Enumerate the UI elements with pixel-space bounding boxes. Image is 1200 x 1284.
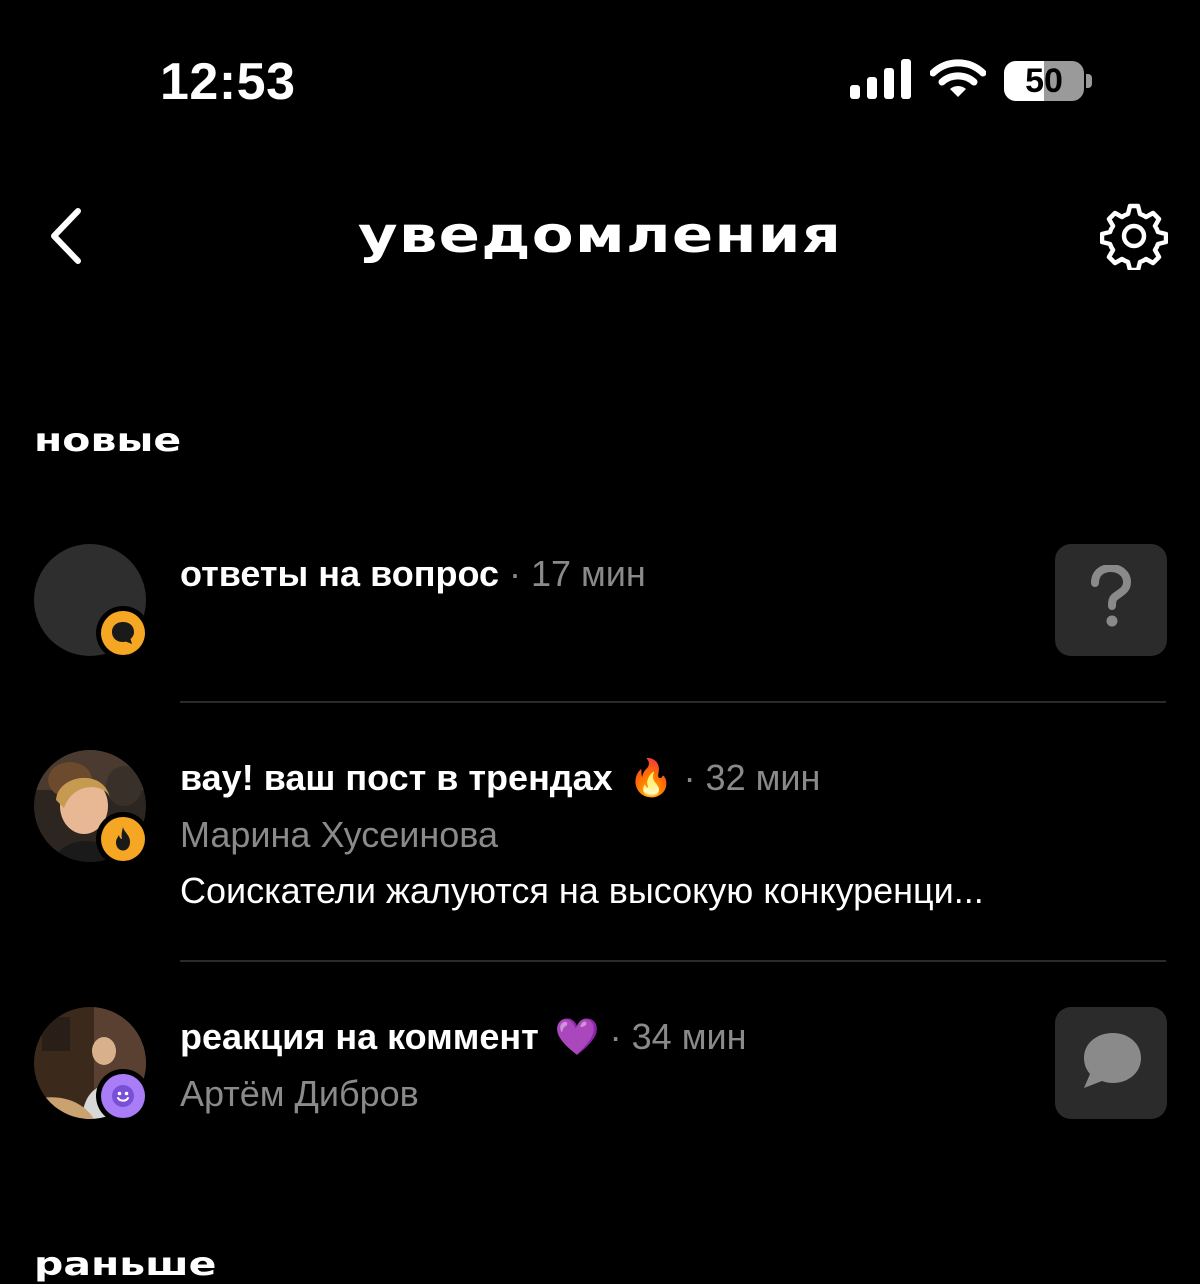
fire-emoji: 🔥 — [628, 758, 674, 799]
divider — [180, 701, 1166, 703]
status-icons: 50 — [850, 58, 1092, 104]
status-time: 12:53 — [160, 53, 296, 111]
battery-icon: 50 — [1004, 61, 1084, 101]
speech-bubble-icon — [101, 611, 145, 655]
notification-time: · 32 мин — [683, 757, 821, 798]
section-title-new: новые — [34, 421, 182, 459]
notification-body: реакция на коммент 💜 · 34 мин Артём Дибр… — [180, 1009, 1110, 1122]
flame-icon — [101, 817, 145, 861]
avatar-wrap — [34, 1007, 150, 1123]
notification-badge — [96, 812, 150, 866]
purple-heart-emoji: 💜 — [554, 1017, 600, 1058]
avatar-wrap — [34, 750, 150, 866]
notification-headline: вау! ваш пост в трендах 🔥 · 32 мин — [180, 750, 1110, 807]
settings-button[interactable] — [1094, 200, 1174, 276]
question-mark-icon — [1089, 563, 1133, 636]
notification-time: · 17 мин — [509, 553, 646, 594]
notification-headline: ответы на вопрос · 17 мин — [180, 546, 1110, 602]
battery-cap — [1086, 74, 1092, 88]
notification-body: вау! ваш пост в трендах 🔥 · 32 мин Марин… — [180, 750, 1110, 919]
cellular-signal-icon — [850, 58, 912, 104]
notification-preview: Соискатели жалуются на высокую конкуренц… — [180, 870, 984, 911]
battery-percent: 50 — [1025, 61, 1063, 100]
notification-badge — [96, 1069, 150, 1123]
wifi-icon — [929, 58, 987, 104]
notification-author: Артём Дибров — [180, 1073, 419, 1114]
gear-icon — [1099, 202, 1169, 275]
notification-headline: реакция на коммент 💜 · 34 мин — [180, 1009, 1110, 1066]
notification-title: вау! ваш пост в трендах — [180, 757, 613, 798]
question-thumbnail[interactable] — [1055, 544, 1167, 656]
notification-time: · 34 мин — [609, 1016, 747, 1057]
section-title-earlier: раньше — [34, 1245, 217, 1283]
notification-title: реакция на коммент — [180, 1016, 539, 1057]
smiley-icon — [101, 1074, 145, 1118]
page-title: уведомления — [357, 206, 843, 264]
notification-badge — [96, 606, 150, 660]
comment-bubble-icon — [1078, 1030, 1144, 1097]
notification-author: Марина Хусеинова — [180, 814, 499, 855]
notification-title: ответы на вопрос — [180, 553, 499, 594]
comment-thumbnail[interactable] — [1055, 1007, 1167, 1119]
divider — [180, 960, 1166, 962]
notification-body: ответы на вопрос · 17 мин — [180, 546, 1110, 602]
avatar-wrap — [34, 544, 150, 660]
